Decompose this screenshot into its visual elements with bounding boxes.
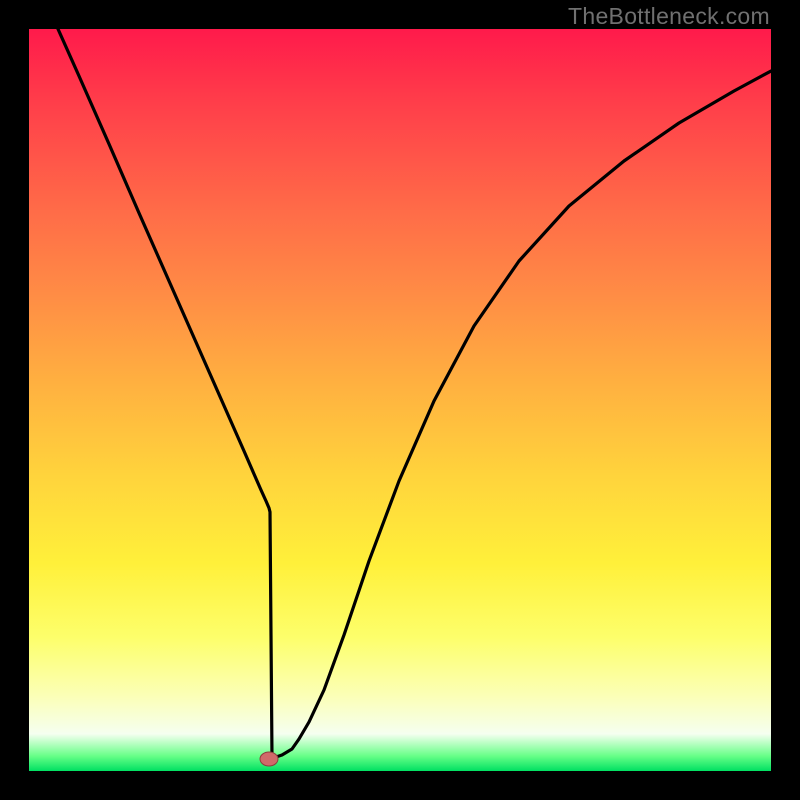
chart-gradient-background bbox=[29, 29, 771, 771]
watermark-text: TheBottleneck.com bbox=[568, 3, 770, 30]
